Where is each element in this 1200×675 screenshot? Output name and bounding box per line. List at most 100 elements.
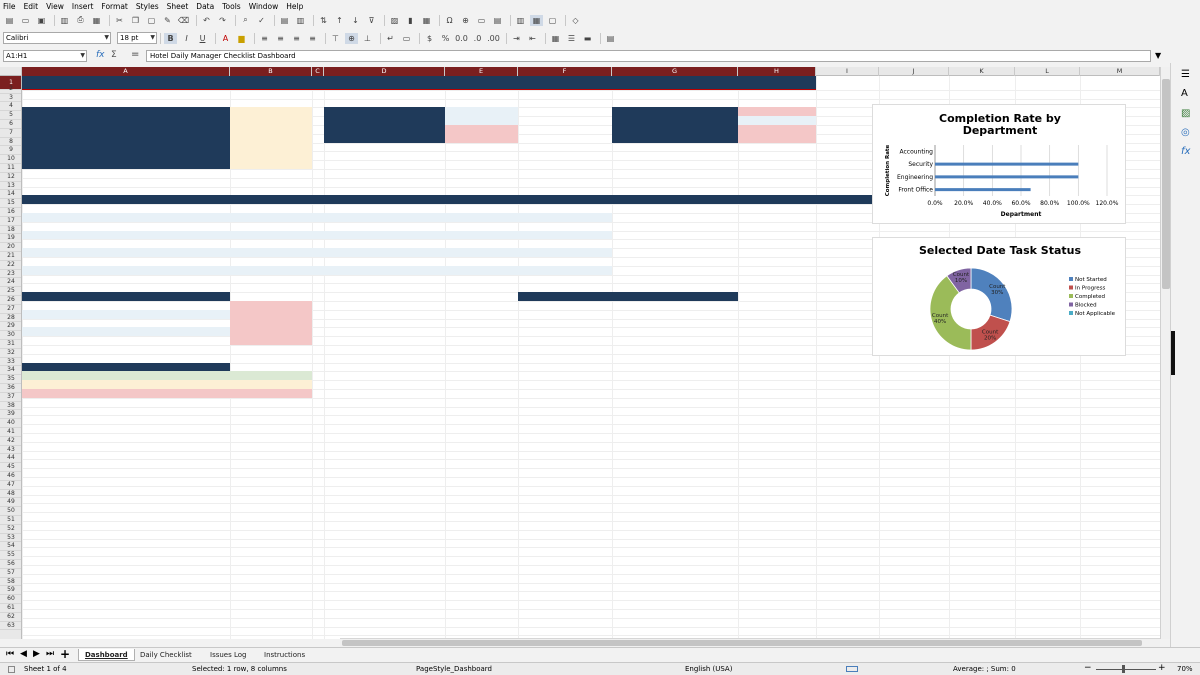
functions-icon[interactable]: fx bbox=[1181, 146, 1190, 157]
font-size-combo[interactable]: 18 pt ▼ bbox=[117, 32, 157, 44]
column-header-C[interactable]: C bbox=[312, 67, 324, 76]
row-header-3[interactable]: 3 bbox=[0, 94, 21, 103]
new-document-icon[interactable]: ▤ bbox=[3, 15, 16, 26]
spreadsheet-grid[interactable]: Completion Rate by Department 0.0% 20.0% 40.… bbox=[22, 76, 1160, 639]
align-top-icon[interactable]: ⊤ bbox=[329, 33, 342, 44]
navigator-icon[interactable]: ◎ bbox=[1181, 127, 1190, 138]
row-header-7[interactable]: 7 bbox=[0, 129, 21, 138]
gallery-icon[interactable]: ▨ bbox=[1181, 108, 1190, 119]
column-header-E[interactable]: E bbox=[445, 67, 518, 76]
zoom-out-icon[interactable]: − bbox=[1084, 663, 1092, 673]
row-header-9[interactable]: 9 bbox=[0, 146, 21, 156]
row-header-8[interactable]: 8 bbox=[0, 138, 21, 147]
styles-icon[interactable]: A bbox=[1181, 88, 1188, 99]
number-format-icon[interactable]: 0.0 bbox=[455, 33, 468, 44]
row-header-30[interactable]: 30 bbox=[0, 331, 21, 340]
tab-dashboard[interactable]: Dashboard bbox=[78, 649, 135, 661]
row-header-22[interactable]: 22 bbox=[0, 261, 21, 270]
hyperlink-icon[interactable]: ⊕ bbox=[459, 15, 472, 26]
row-header-20[interactable]: 20 bbox=[0, 243, 21, 252]
menu-item-file[interactable]: File bbox=[3, 2, 16, 11]
column-icon[interactable]: ▥ bbox=[294, 15, 307, 26]
column-header-G[interactable]: G bbox=[612, 67, 738, 76]
add-decimal-icon[interactable]: .0 bbox=[471, 33, 484, 44]
row-header-27[interactable]: 27 bbox=[0, 305, 21, 314]
select-all-corner[interactable] bbox=[0, 67, 22, 76]
vertical-scroll-thumb[interactable] bbox=[1162, 79, 1170, 289]
autofilter-icon[interactable]: ⊽ bbox=[365, 15, 378, 26]
row-header-24[interactable]: 24 bbox=[0, 278, 21, 288]
row-header-5[interactable]: 5 bbox=[0, 111, 21, 120]
header-footer-icon[interactable]: ▤ bbox=[491, 15, 504, 26]
wrap-text-icon[interactable]: ↵ bbox=[384, 33, 397, 44]
vertical-scrollbar[interactable] bbox=[1160, 67, 1170, 639]
border-style-icon[interactable]: ☰ bbox=[565, 33, 578, 44]
freeze-rows-columns-icon[interactable]: ▦ bbox=[530, 14, 543, 26]
menu-item-help[interactable]: Help bbox=[286, 2, 303, 11]
menu-item-insert[interactable]: Insert bbox=[72, 2, 94, 11]
completion-rate-chart[interactable]: Completion Rate by Department 0.0% 20.0% 40.… bbox=[872, 104, 1126, 224]
align-middle-icon[interactable]: ⊕ bbox=[345, 32, 358, 44]
row-header-25[interactable]: 25 bbox=[0, 287, 21, 296]
row-header-12[interactable]: 12 bbox=[0, 173, 21, 182]
open-folder-icon[interactable]: ▭ bbox=[19, 15, 32, 26]
row-header-46[interactable]: 46 bbox=[0, 472, 21, 481]
merge-cells-icon[interactable]: ▭ bbox=[400, 33, 413, 44]
sort-descending-icon[interactable]: ↓ bbox=[349, 15, 362, 26]
percent-format-icon[interactable]: % bbox=[439, 33, 452, 44]
row-header-19[interactable]: 19 bbox=[0, 234, 21, 244]
redo-icon[interactable]: ↷ bbox=[216, 15, 229, 26]
zoom-slider[interactable] bbox=[1096, 669, 1156, 670]
horizontal-scroll-thumb[interactable] bbox=[342, 640, 1142, 646]
row-header-51[interactable]: 51 bbox=[0, 516, 21, 525]
row-header-28[interactable]: 28 bbox=[0, 314, 21, 323]
row-header-15[interactable]: 15 bbox=[0, 199, 21, 208]
row-header-62[interactable]: 62 bbox=[0, 613, 21, 622]
find-replace-icon[interactable]: ⌕ bbox=[239, 15, 252, 26]
row-header-43[interactable]: 43 bbox=[0, 446, 21, 455]
delete-decimal-icon[interactable]: .00 bbox=[487, 33, 500, 44]
param-value[interactable] bbox=[230, 133, 312, 143]
define-print-area-icon[interactable]: ▥ bbox=[514, 15, 527, 26]
chevron-down-icon[interactable]: ▼ bbox=[104, 34, 109, 41]
row-header-4[interactable]: 4 bbox=[0, 102, 21, 112]
row-header-49[interactable]: 49 bbox=[0, 498, 21, 508]
align-left-icon[interactable]: ≡ bbox=[258, 33, 271, 44]
row-header-23[interactable]: 23 bbox=[0, 270, 21, 279]
insert-image-icon[interactable]: ▨ bbox=[388, 15, 401, 26]
row-header-13[interactable]: 13 bbox=[0, 182, 21, 191]
row-header-41[interactable]: 41 bbox=[0, 428, 21, 437]
italic-icon[interactable]: I bbox=[180, 33, 193, 44]
row-header-42[interactable]: 42 bbox=[0, 437, 21, 446]
row-header-26[interactable]: 26 bbox=[0, 296, 21, 305]
clear-formatting-icon[interactable]: ⌫ bbox=[177, 15, 190, 26]
row-header-2[interactable]: 2 bbox=[0, 85, 21, 94]
row-header-45[interactable]: 45 bbox=[0, 463, 21, 472]
tab-daily-checklist[interactable]: Daily Checklist bbox=[134, 649, 198, 661]
row-header-50[interactable]: 50 bbox=[0, 507, 21, 516]
row-header-47[interactable]: 47 bbox=[0, 481, 21, 490]
row-header-16[interactable]: 16 bbox=[0, 208, 21, 217]
menu-item-window[interactable]: Window bbox=[249, 2, 279, 11]
row-header-56[interactable]: 56 bbox=[0, 560, 21, 569]
spelling-icon[interactable]: ✓ bbox=[255, 15, 268, 26]
row-header-57[interactable]: 57 bbox=[0, 569, 21, 578]
paste-icon[interactable]: ▢ bbox=[145, 15, 158, 26]
row-header-10[interactable]: 10 bbox=[0, 155, 21, 164]
pivot-table-icon[interactable]: ▦ bbox=[420, 15, 433, 26]
font-name-combo[interactable]: Calibri ▼ bbox=[3, 32, 111, 44]
row-header-33[interactable]: 33 bbox=[0, 358, 21, 367]
row-header-44[interactable]: 44 bbox=[0, 454, 21, 464]
menu-item-edit[interactable]: Edit bbox=[24, 2, 39, 11]
currency-format-icon[interactable]: $ bbox=[423, 33, 436, 44]
column-header-L[interactable]: L bbox=[1015, 67, 1080, 76]
menu-item-styles[interactable]: Styles bbox=[136, 2, 159, 11]
copy-icon[interactable]: ❐ bbox=[129, 15, 142, 26]
menu-item-tools[interactable]: Tools bbox=[222, 2, 240, 11]
previous-sheet-icon[interactable]: ◀ bbox=[20, 649, 27, 659]
last-sheet-icon[interactable]: ⏭ bbox=[46, 649, 54, 659]
insert-chart-icon[interactable]: ▮ bbox=[404, 15, 417, 26]
menu-item-data[interactable]: Data bbox=[196, 2, 214, 11]
row-header-6[interactable]: 6 bbox=[0, 120, 21, 129]
align-right-icon[interactable]: ≡ bbox=[290, 33, 303, 44]
